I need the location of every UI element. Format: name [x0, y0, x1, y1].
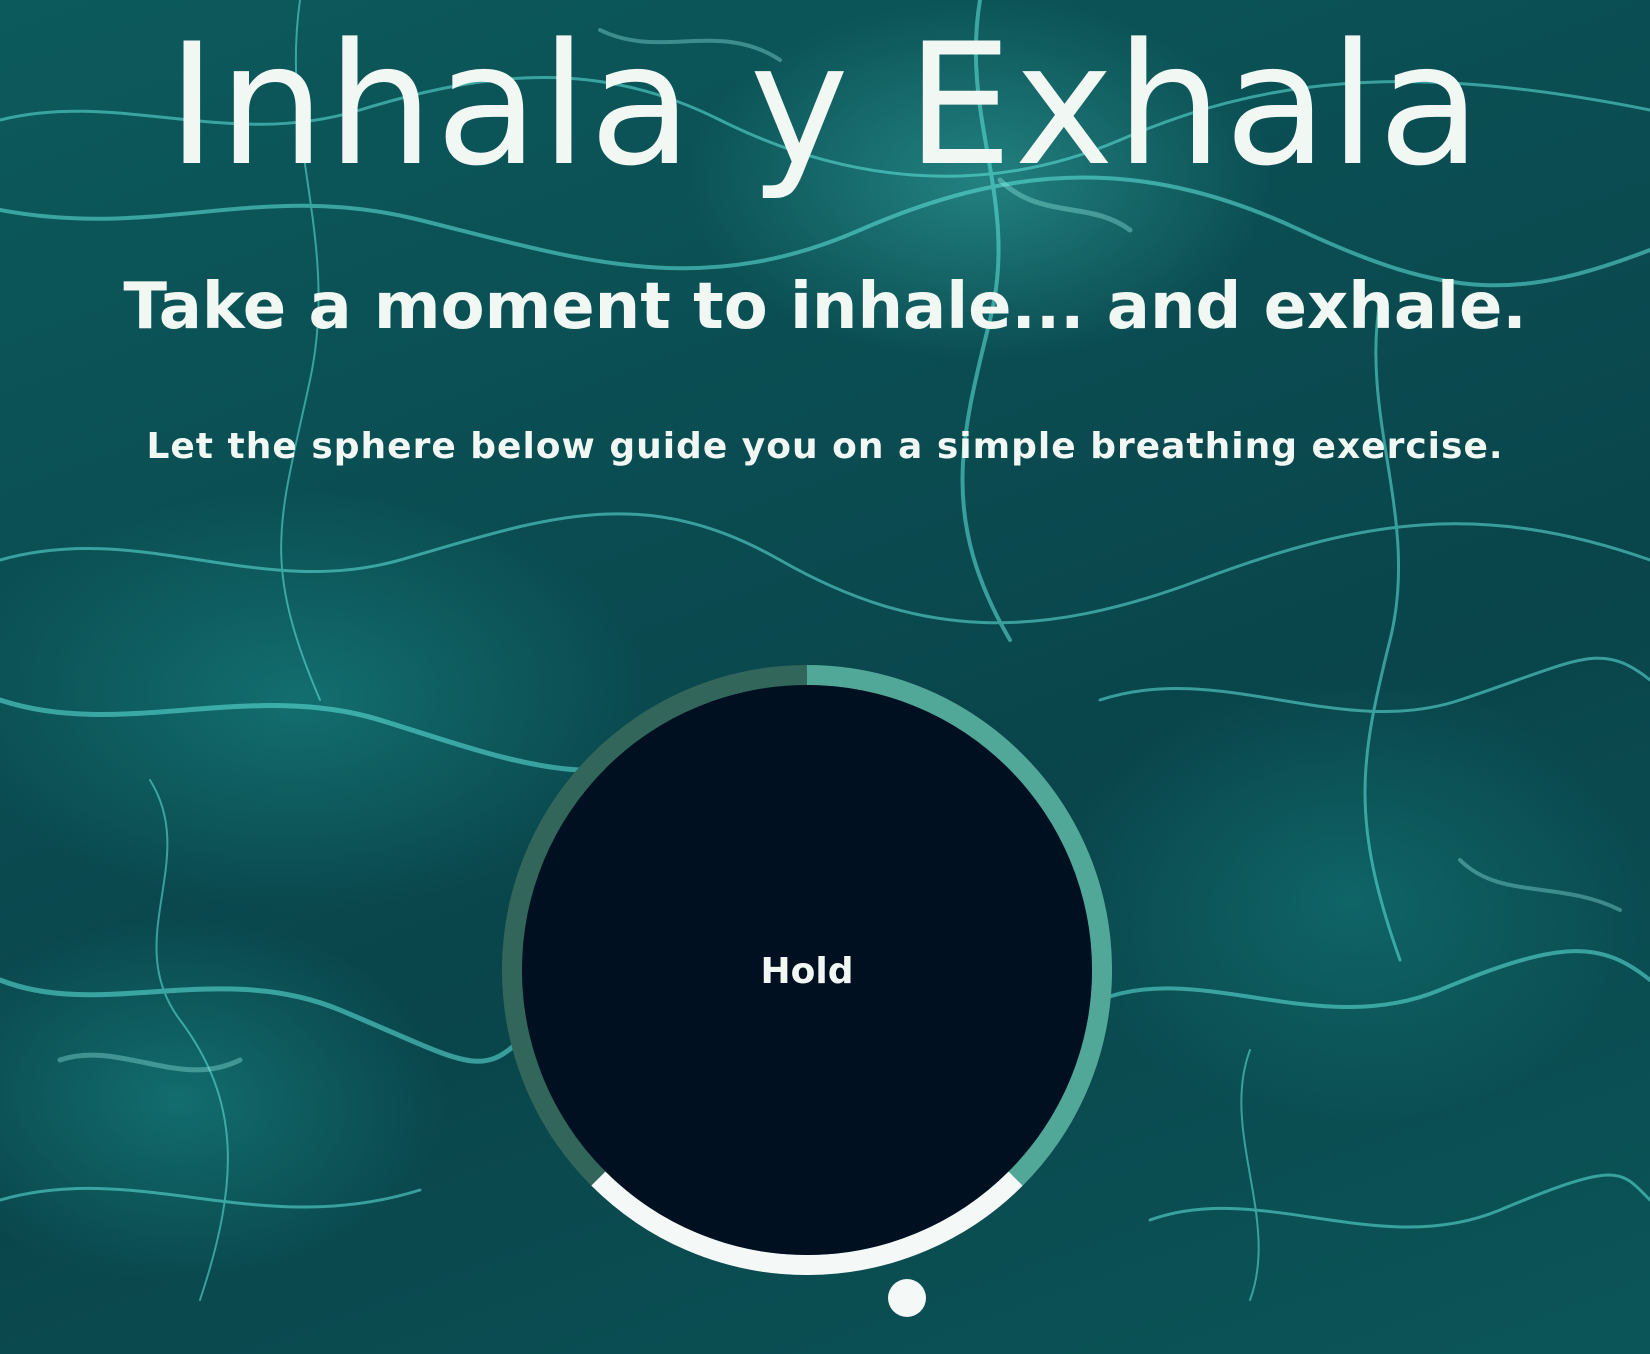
progress-pointer: [888, 1279, 926, 1317]
page-title: Inhala y Exhala: [167, 7, 1483, 203]
page-subtitle: Take a moment to inhale... and exhale.: [123, 270, 1527, 344]
instruction-text: Let the sphere below guide you on a simp…: [146, 426, 1504, 467]
breathing-status: Hold: [760, 951, 854, 992]
breathing-sphere: Hold: [502, 665, 1112, 1317]
